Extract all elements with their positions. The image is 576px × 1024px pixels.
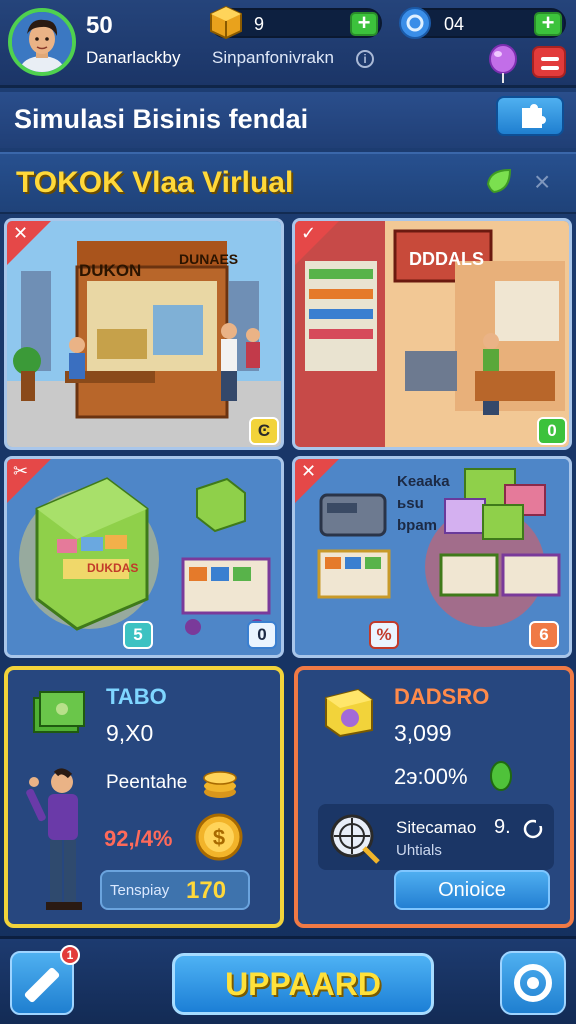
- remove-icon[interactable]: ✕: [301, 461, 316, 482]
- coin-box-icon: [210, 5, 242, 40]
- supply-badge: 6: [529, 621, 559, 649]
- business-panel-left: TABO 9,X0 Peentahe 92,/4% $ Tenspiay 170: [4, 666, 284, 928]
- refresh-button[interactable]: [500, 951, 566, 1015]
- check-icon[interactable]: ✓: [301, 223, 316, 244]
- kiosk-sign-secondary: DUNAES: [179, 251, 239, 267]
- scissors-icon[interactable]: ✂: [13, 461, 28, 482]
- shop-badge: 0: [537, 417, 567, 445]
- chip-value: 170: [186, 877, 227, 904]
- stand-badge-secondary: 0: [247, 621, 277, 649]
- coin-value: 9: [254, 14, 265, 34]
- balloon-icon[interactable]: [486, 44, 520, 84]
- upgrade-button[interactable]: UPPAARD: [172, 953, 434, 1015]
- svg-text:$: $: [213, 825, 225, 850]
- player-name: Danarlackby: [86, 48, 181, 67]
- cash-stack-icon: [33, 691, 85, 733]
- page-title: Simulasi Bisinis fendai: [14, 104, 309, 134]
- business-income: 2э:00%: [394, 764, 468, 789]
- stand-card[interactable]: DUKDAS ✂ 5 0: [4, 456, 284, 658]
- info-icon[interactable]: i: [356, 50, 374, 68]
- supply-label-line: bpam: [397, 517, 438, 534]
- gift-box-icon: [325, 688, 373, 738]
- kiosk-badge: Ͼ: [249, 417, 279, 445]
- top-bar: 50 Danarlackby Sinpanfonivrakn i 9 + 04 …: [0, 0, 576, 88]
- player-avatar[interactable]: [8, 8, 76, 76]
- player-status: Sinpanfonivrakn: [212, 48, 334, 67]
- add-gems-button[interactable]: +: [534, 12, 562, 36]
- stand-sign: DUKDAS: [87, 561, 139, 575]
- gem-value: 04: [444, 14, 465, 34]
- tenspiay-chip[interactable]: Tenspiay 170: [100, 870, 250, 910]
- gem-icon: [399, 7, 431, 39]
- dollar-coin-icon: $: [195, 813, 243, 861]
- scanner-icon: [330, 814, 380, 864]
- shop-title: TOKOK Vlaa Virlual: [16, 166, 294, 199]
- supply-label-line: Keaaka: [397, 473, 450, 490]
- leaf-icon: [490, 761, 512, 791]
- leaf-icon: [486, 168, 512, 194]
- business-name: TABO: [106, 684, 167, 709]
- close-icon[interactable]: ×: [534, 168, 550, 196]
- menu-line-icon: [541, 57, 559, 61]
- stat-label: Sitecamao: [396, 818, 477, 837]
- business-rate: 92,/4%: [104, 826, 173, 851]
- business-value: 9,X0: [106, 720, 154, 746]
- supply-badge-secondary: %: [369, 621, 399, 649]
- business-value: 3,099: [394, 720, 452, 746]
- business-name: DADSRO: [394, 684, 490, 709]
- business-sublabel: Peentahe: [106, 772, 188, 793]
- kiosk-sign: DUKON: [79, 261, 142, 280]
- loading-ring-icon: [523, 819, 543, 839]
- kiosk-card[interactable]: DUKON DUNAES ✕ Ͼ: [4, 218, 284, 450]
- avatar-portrait-icon: [12, 12, 72, 72]
- notification-badge: 1: [60, 945, 80, 965]
- player-level: 50: [86, 12, 113, 39]
- stand-badge: 5: [123, 621, 153, 649]
- menu-line-icon: [541, 66, 559, 70]
- menu-button[interactable]: [532, 46, 566, 78]
- supply-card[interactable]: Keaaka ьsu bpam ✕ % 6: [292, 456, 572, 658]
- stat-sublabel: Uhtials: [396, 842, 442, 859]
- shop-sign: DDDALS: [409, 249, 484, 269]
- business-panel-right: DADSRO 3,099 2э:00% Sitecamao Uhtials 9.…: [294, 666, 574, 928]
- add-coins-button[interactable]: +: [350, 12, 378, 36]
- puzzle-plus-icon: [522, 104, 546, 128]
- bottom-nav: 1 UPPAARD: [0, 936, 576, 1024]
- action-button[interactable]: Onioice: [394, 870, 550, 910]
- supply-label: Keaaka ьsu bpam: [397, 471, 450, 537]
- stat-value: 9.: [494, 816, 511, 838]
- stat-box: Sitecamao Uhtials 9.: [318, 804, 554, 870]
- supply-label-line: ьsu: [397, 495, 424, 512]
- remove-icon[interactable]: ✕: [13, 223, 28, 244]
- person-icon: [26, 768, 82, 910]
- chip-label: Tenspiay: [110, 882, 170, 899]
- title-bar: Simulasi Bisinis fendai: [0, 92, 576, 148]
- shop-card[interactable]: DDDALS ✓ 0: [292, 218, 572, 450]
- refresh-icon: [514, 964, 552, 1002]
- add-business-button[interactable]: [496, 96, 564, 136]
- coin-stack-icon: [203, 771, 237, 798]
